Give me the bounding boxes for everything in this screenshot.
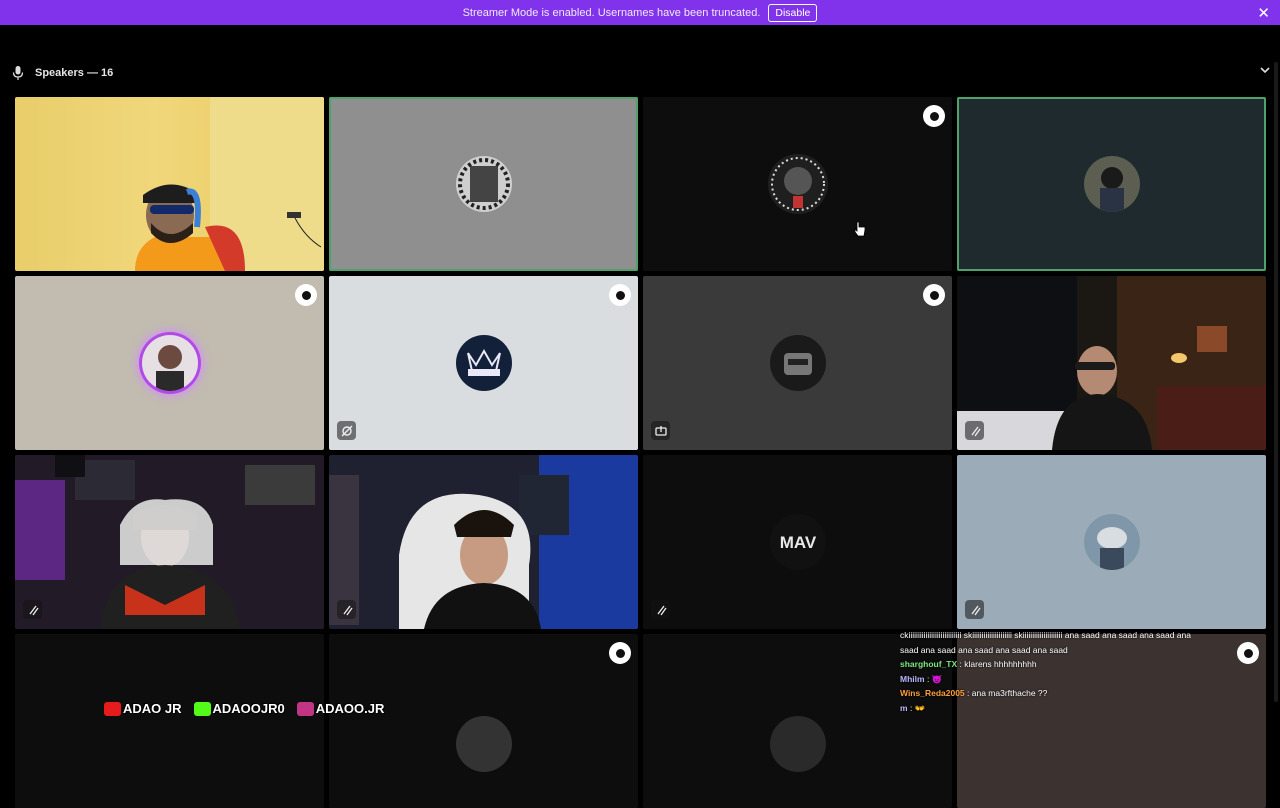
overlay-tag-kick: ADAOOJR0 xyxy=(193,701,285,716)
stream-chat-overlay: ckiiiiiiiiiiiiiiiiiiiiiiiiiiii skiiiiiii… xyxy=(900,628,1230,716)
muted-icon xyxy=(23,600,42,619)
stage-badge-icon xyxy=(609,642,631,664)
webcam-video xyxy=(15,455,324,629)
participant-tile-avatar[interactable] xyxy=(329,634,638,808)
avatar xyxy=(141,335,198,391)
overlay-tag-text: ADAOOJR0 xyxy=(212,701,285,716)
avatar: MAV xyxy=(769,514,826,570)
avatar xyxy=(455,156,512,212)
participant-tile-video[interactable] xyxy=(957,276,1266,450)
avatar xyxy=(1083,514,1140,570)
chat-message: saad ana saad ana saad ana saad ana saad xyxy=(900,644,1068,655)
participant-tile-video[interactable] xyxy=(15,97,324,271)
svg-text:MAV: MAV xyxy=(779,533,816,552)
chat-message: ckiiiiiiiiiiiiiiiiiiiiiiiiiiii skiiiiiii… xyxy=(900,630,1191,640)
chat-username: Mhilm xyxy=(900,673,925,684)
close-banner-icon[interactable]: ✕ xyxy=(1257,4,1270,22)
muted-icon xyxy=(337,600,356,619)
muted-icon xyxy=(965,600,984,619)
stream-overlay-social-tags: ADAO JR ADAOOJR0 ADAOO.JR xyxy=(104,701,384,716)
chat-message: : 👐 xyxy=(909,702,926,713)
deafened-icon xyxy=(337,421,356,440)
chevron-down-icon[interactable] xyxy=(1260,65,1270,78)
chat-username: sharghouf_TX xyxy=(900,659,958,670)
participant-tile-video[interactable] xyxy=(15,455,324,629)
scrollbar[interactable] xyxy=(1272,62,1280,702)
participant-tile-avatar[interactable] xyxy=(957,97,1266,271)
avatar xyxy=(769,716,826,772)
chat-line: m : 👐 xyxy=(900,701,1230,716)
participant-tile-avatar[interactable] xyxy=(957,455,1266,629)
chat-line: sharghouf_TX : klarens hhhhhhhhh xyxy=(900,657,1230,672)
participant-tile-video[interactable] xyxy=(329,455,638,629)
speakers-section-title: Speakers — 16 xyxy=(35,67,114,79)
microphone-icon xyxy=(12,66,24,80)
chat-username: m xyxy=(900,702,908,713)
screen-share-icon xyxy=(651,421,670,440)
chat-message: : klarens hhhhhhhhh xyxy=(959,659,1037,670)
muted-icon xyxy=(965,421,984,440)
avatar xyxy=(455,716,512,772)
avatar xyxy=(769,335,826,391)
participant-tile-avatar[interactable]: MAV xyxy=(643,455,952,629)
webcam-video xyxy=(957,276,1266,450)
chat-message: : ana ma3rfthache ?? xyxy=(967,688,1048,699)
stage-badge-icon xyxy=(609,284,631,306)
overlay-tag-youtube: ADAO JR xyxy=(104,701,182,716)
webcam-video xyxy=(329,455,638,629)
speakers-section-header[interactable]: Speakers — 16 xyxy=(12,63,1272,83)
participant-tile-avatar[interactable] xyxy=(15,634,324,808)
avatar xyxy=(455,335,512,391)
participant-tile-avatar[interactable] xyxy=(643,97,952,271)
overlay-tag-text: ADAO JR xyxy=(123,701,182,716)
chat-message: : 👿 xyxy=(926,673,943,684)
streamer-mode-banner: Streamer Mode is enabled. Usernames have… xyxy=(0,0,1280,25)
instagram-icon xyxy=(296,701,314,716)
avatar xyxy=(1083,156,1140,212)
stage-badge-icon xyxy=(923,284,945,306)
kick-icon xyxy=(193,701,211,716)
chat-line: Mhilm : 👿 xyxy=(900,672,1230,687)
stage-badge-icon xyxy=(1237,642,1259,664)
chat-line: saad ana saad ana saad ana saad ana saad xyxy=(900,643,1230,658)
stage-badge-icon xyxy=(923,105,945,127)
participant-tile-avatar[interactable] xyxy=(329,276,638,450)
disable-streamer-mode-button[interactable]: Disable xyxy=(768,3,818,22)
hand-pointer-cursor-icon xyxy=(854,221,866,242)
participant-tile-avatar[interactable] xyxy=(643,276,952,450)
participant-tile-avatar[interactable] xyxy=(329,97,638,271)
stage-badge-icon xyxy=(295,284,317,306)
banner-message: Streamer Mode is enabled. Usernames have… xyxy=(462,6,761,19)
participant-tile-avatar[interactable] xyxy=(15,276,324,450)
youtube-icon xyxy=(104,701,121,716)
avatar xyxy=(767,154,828,214)
chat-line: ckiiiiiiiiiiiiiiiiiiiiiiiiiiii skiiiiiii… xyxy=(900,628,1230,643)
muted-icon xyxy=(651,600,670,619)
overlay-tag-instagram: ADAOO.JR xyxy=(296,701,385,716)
overlay-tag-text: ADAOO.JR xyxy=(315,701,385,716)
chat-line: Wins_Reda2005 : ana ma3rfthache ?? xyxy=(900,686,1230,701)
webcam-video xyxy=(135,97,324,271)
chat-username: Wins_Reda2005 xyxy=(900,688,965,699)
